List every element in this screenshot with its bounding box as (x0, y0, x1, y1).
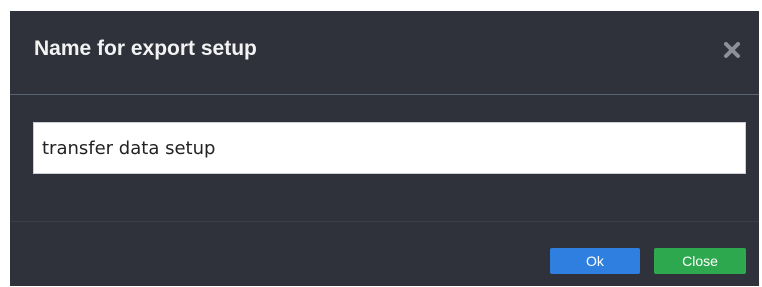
dialog-body (10, 96, 759, 222)
close-button[interactable]: Close (654, 248, 746, 274)
dialog-header: Name for export setup (10, 11, 759, 95)
ok-button[interactable]: Ok (550, 248, 640, 274)
dialog-footer: Ok Close (10, 222, 759, 286)
close-x-icon[interactable] (721, 39, 743, 61)
dialog-title: Name for export setup (34, 37, 257, 60)
setup-name-input[interactable] (33, 122, 746, 174)
export-setup-dialog: Name for export setup Ok Close (10, 11, 759, 286)
